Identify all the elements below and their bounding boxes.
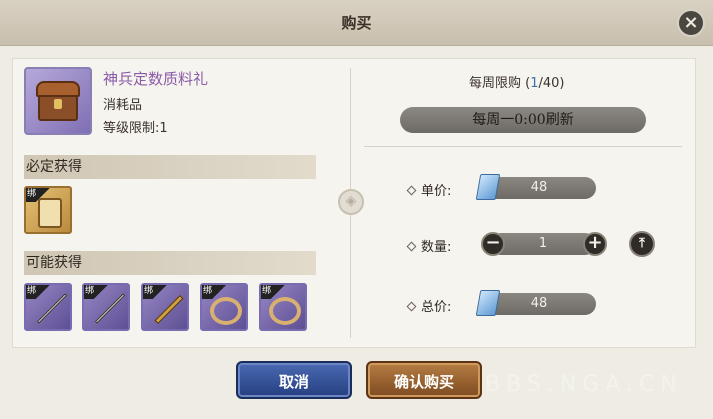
item-level-limit: 等级限制:1 — [103, 121, 168, 136]
reward-slot-rod[interactable]: 绑 — [141, 283, 189, 331]
ring-icon — [210, 297, 242, 325]
plus-icon[interactable]: + — [583, 232, 607, 256]
bind-tag: 绑 — [84, 285, 110, 299]
weekly-limit-count: 1 — [530, 76, 539, 91]
quantity-value[interactable]: 1 — [505, 233, 581, 255]
weekly-refresh-info: 每周一0:00刷新 — [400, 107, 646, 133]
right-divider — [364, 146, 682, 147]
divider-ornament-icon: ◈ — [338, 189, 364, 215]
ring-icon — [269, 297, 301, 325]
purchase-dialog: 购买 × 神兵定数质料礼 消耗品 等级限制:1 必定获得 绑 可能获得 绑 绑 … — [0, 0, 713, 419]
section-guaranteed: 必定获得 — [24, 155, 316, 179]
weekly-limit: 每周限购 (1/40) — [469, 76, 565, 91]
section-possible: 可能获得 — [24, 251, 316, 275]
watermark: BBS.NGA.CN — [485, 372, 683, 397]
confirm-purchase-button[interactable]: 确认购买 — [366, 361, 482, 399]
max-icon[interactable]: ⤒ — [629, 231, 655, 257]
dialog-title: 购买 — [341, 14, 372, 32]
reward-slot-ring-1[interactable]: 绑 — [200, 283, 248, 331]
close-icon[interactable]: × — [677, 9, 705, 37]
minus-icon[interactable]: − — [481, 232, 505, 256]
reward-slot-scroll[interactable]: 绑 — [24, 186, 72, 234]
item-chest-icon — [24, 67, 92, 135]
dialog-titlebar: 购买 × — [0, 0, 713, 46]
bind-tag: 绑 — [143, 285, 169, 299]
reward-slot-ring-2[interactable]: 绑 — [259, 283, 307, 331]
item-name: 神兵定数质料礼 — [103, 70, 209, 88]
total-price-label: 总价: — [406, 296, 451, 315]
scroll-icon — [38, 198, 62, 228]
bind-tag: 绑 — [26, 285, 52, 299]
reward-slot-sword-2[interactable]: 绑 — [82, 283, 130, 331]
item-type: 消耗品 — [103, 98, 143, 113]
reward-slot-sword-1[interactable]: 绑 — [24, 283, 72, 331]
quantity-label: 数量: — [406, 236, 451, 255]
cancel-button[interactable]: 取消 — [236, 361, 352, 399]
unit-price-label: 单价: — [406, 180, 451, 199]
rod-icon — [154, 295, 184, 324]
